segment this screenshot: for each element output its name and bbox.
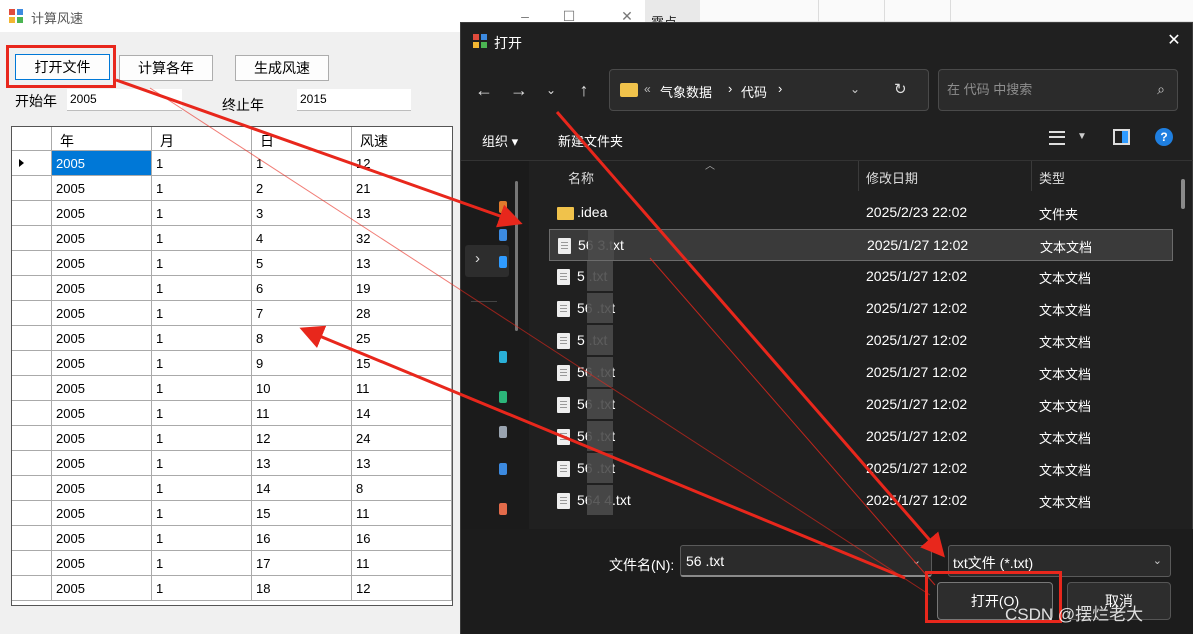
watermark: CSDN @摆烂老大	[1005, 605, 1144, 624]
annotation-guide-line	[149, 87, 931, 596]
arrow-to-open-button	[555, 111, 945, 558]
arrow-to-file-list	[115, 78, 523, 228]
annotation-arrows	[115, 78, 945, 596]
selection-guide-line	[649, 257, 936, 586]
arrow-to-grid	[299, 325, 906, 580]
